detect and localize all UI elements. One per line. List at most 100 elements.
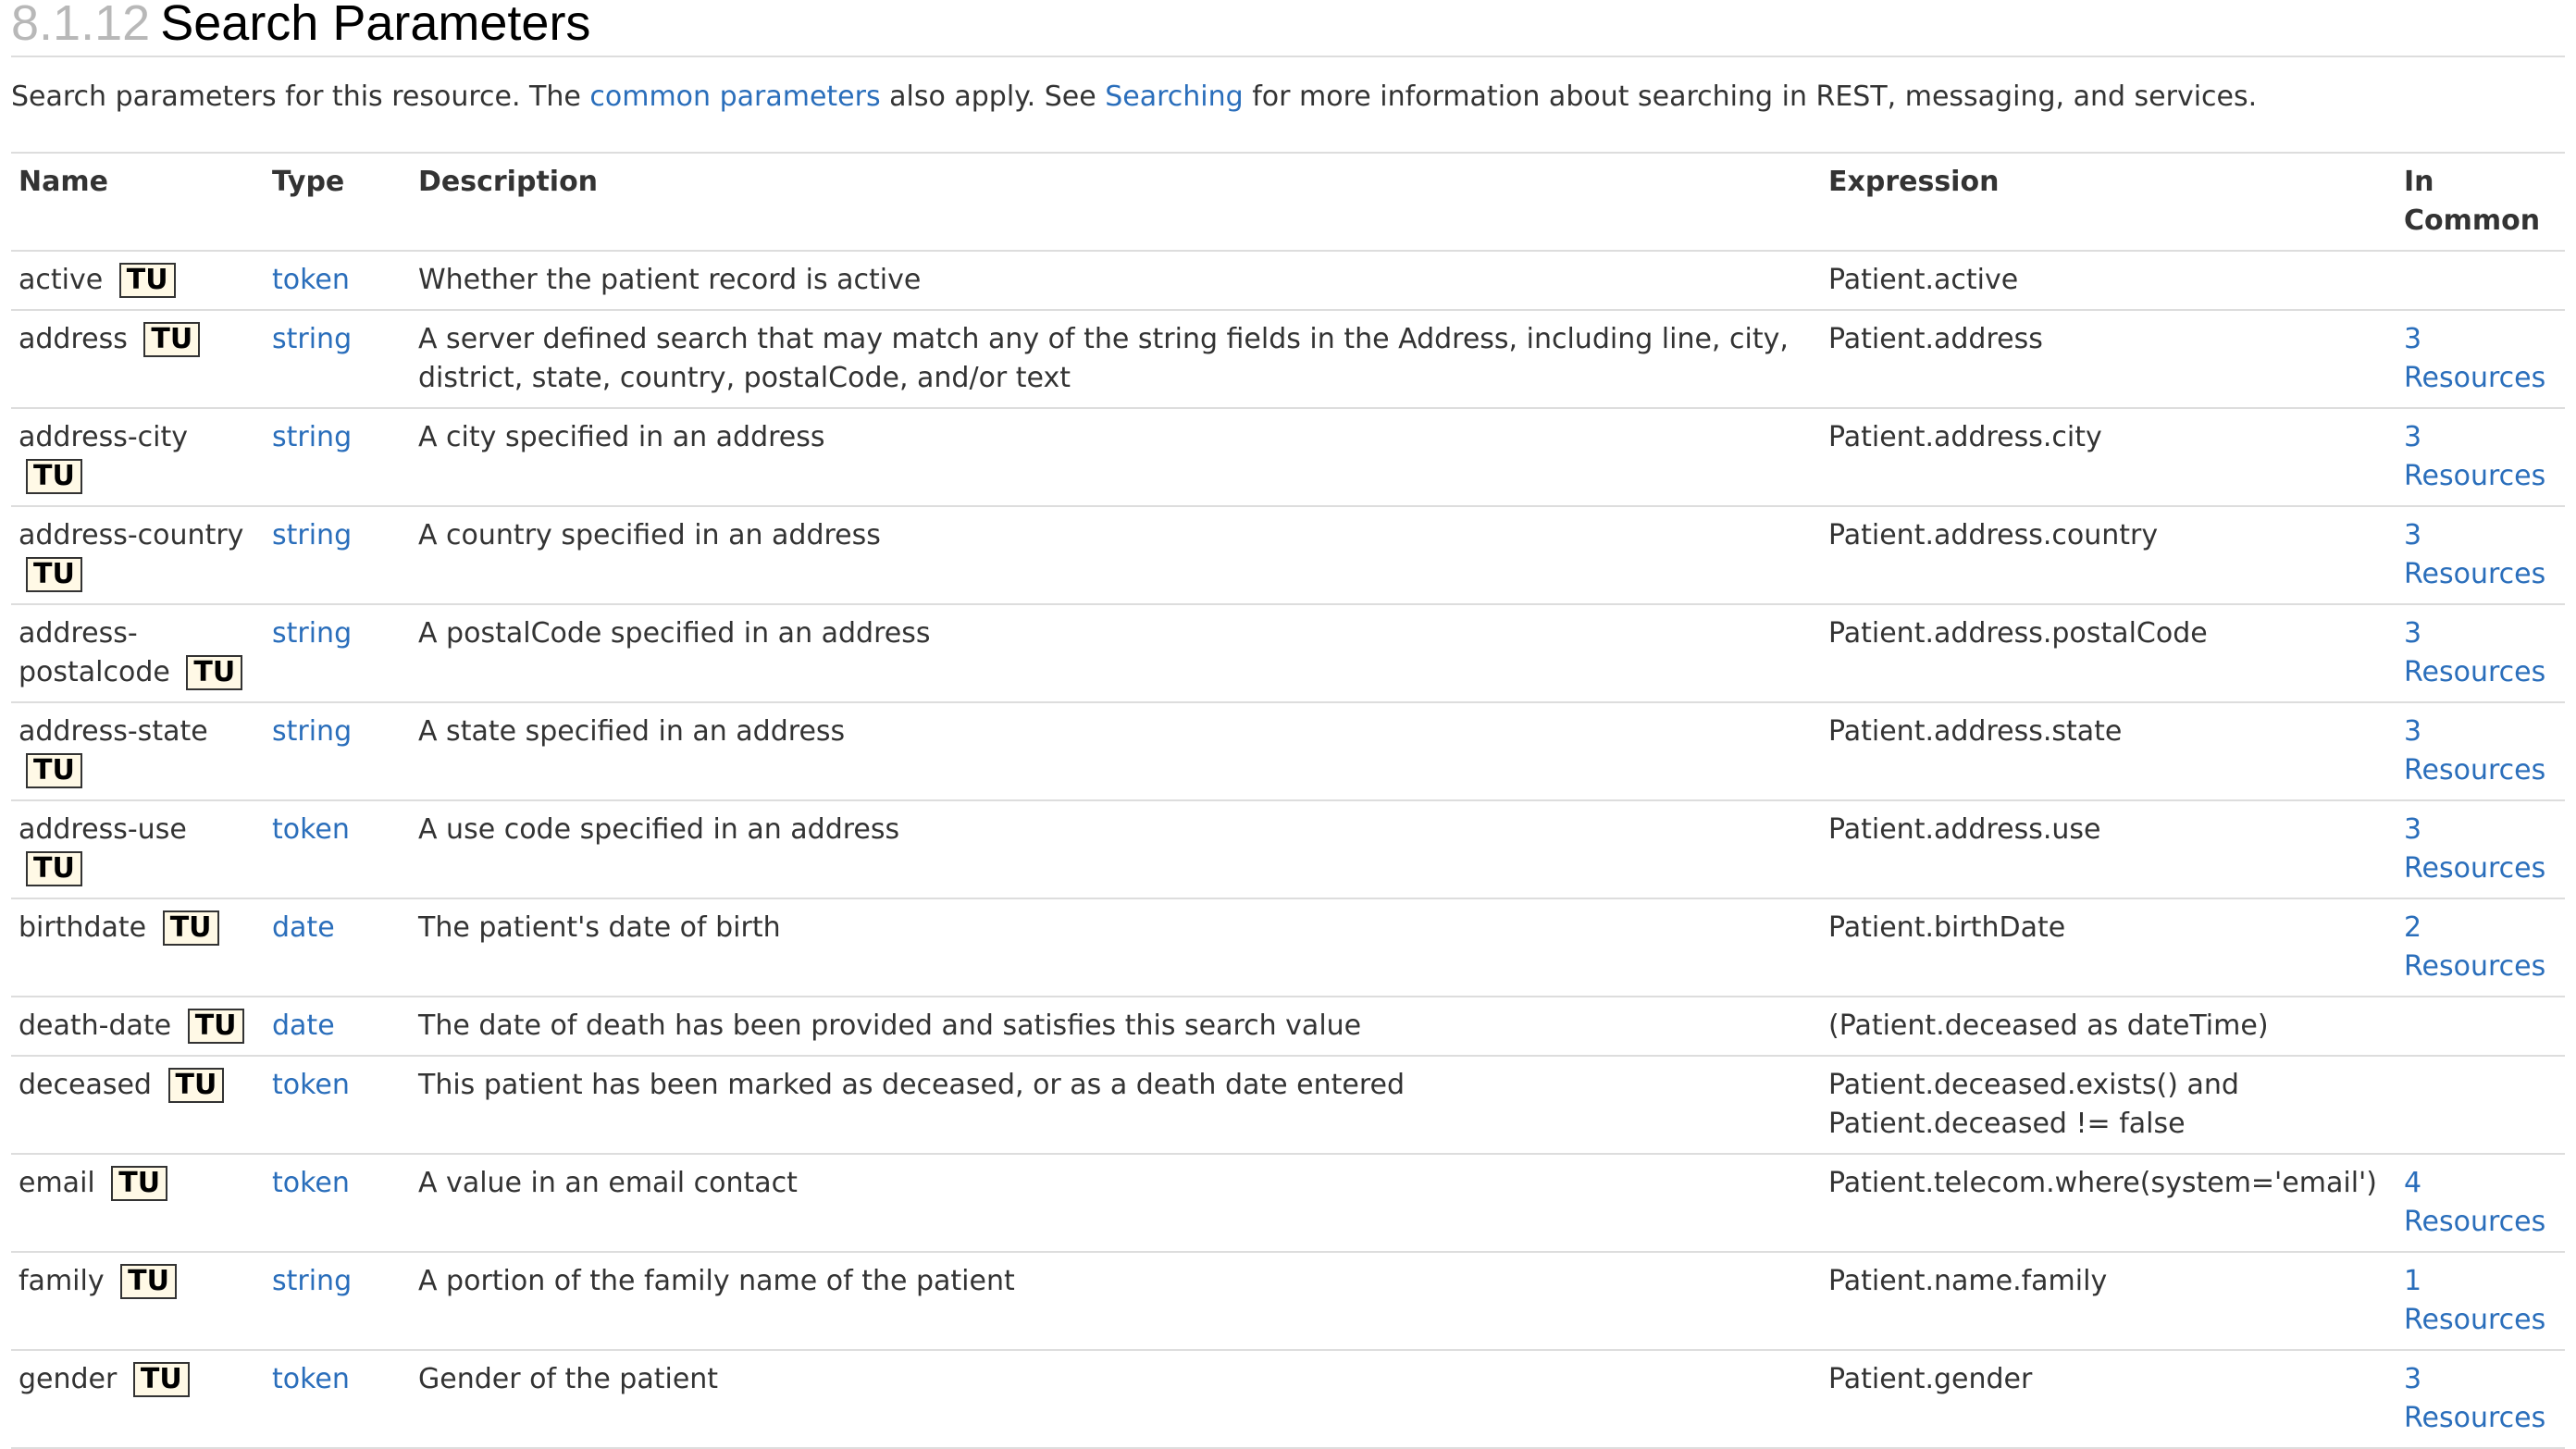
param-type-link[interactable]: date (272, 1009, 335, 1042)
section-heading: 8.1.12 Search Parameters (11, 0, 2565, 57)
tu-badge: TU (118, 263, 176, 298)
param-expression: Patient.address (1821, 310, 2396, 409)
table-header-row: Name Type Description Expression In Comm… (11, 152, 2565, 252)
table-row: address-use TU token A use code specified … (11, 800, 2565, 899)
param-in-common-cell: 3 Resources (2396, 506, 2565, 605)
param-in-common-cell: 3 Resources (2396, 1350, 2565, 1449)
param-in-common-cell: 3 Resources (2396, 408, 2565, 507)
in-common-resources-link[interactable]: 3 Resources (2404, 1363, 2545, 1434)
param-type-link[interactable]: token (272, 264, 350, 296)
search-parameters-table: Name Type Description Expression In Comm… (11, 152, 2565, 1449)
in-common-resources-link[interactable]: 1 Resources (2404, 1265, 2545, 1336)
param-name-cell: address-country TU (11, 506, 265, 605)
param-type-link[interactable]: string (272, 421, 352, 453)
table-row: death-date TU date The date of death has b… (11, 997, 2565, 1057)
param-name: address-state (19, 715, 208, 748)
param-type-cell: string (265, 506, 411, 605)
in-common-resources-link[interactable]: 3 Resources (2404, 813, 2545, 885)
table-row: address-postalcode TU string A postalCode … (11, 604, 2565, 703)
param-expression: (Patient.deceased as dateTime) (1821, 997, 2396, 1057)
param-type-cell: string (265, 310, 411, 409)
search-parameters-section: 8.1.12 Search Parameters Search paramete… (0, 0, 2576, 1449)
table-row: address-country TU string A country specif… (11, 506, 2565, 605)
param-name-cell: address-state TU (11, 702, 265, 801)
param-type-link[interactable]: date (272, 911, 335, 944)
param-type-link[interactable]: string (272, 519, 352, 551)
tu-badge: TU (26, 459, 82, 494)
param-expression: Patient.address.state (1821, 702, 2396, 801)
param-name-cell: email TU (11, 1154, 265, 1253)
param-type-link[interactable]: string (272, 1265, 352, 1297)
param-expression: Patient.active (1821, 251, 2396, 311)
param-type-cell: token (265, 251, 411, 311)
param-type-link[interactable]: string (272, 715, 352, 748)
param-type-cell: string (265, 702, 411, 801)
table-row: family TU string A portion of the family n… (11, 1252, 2565, 1351)
param-name-cell: address-city TU (11, 408, 265, 507)
tu-badge: TU (187, 1009, 244, 1044)
tu-badge: TU (162, 910, 219, 946)
column-header-name: Name (11, 152, 265, 252)
in-common-resources-link[interactable]: 3 Resources (2404, 617, 2545, 688)
param-type-link[interactable]: string (272, 323, 352, 355)
param-name-cell: family TU (11, 1252, 265, 1351)
section-number: 8.1.12 (11, 0, 151, 51)
param-description: A value in an email contact (411, 1154, 1821, 1253)
in-common-resources-link[interactable]: 3 Resources (2404, 421, 2545, 492)
intro-text: Search parameters for this resource. The (11, 80, 590, 113)
param-name: address-postalcode (19, 617, 170, 688)
searching-link[interactable]: Searching (1105, 80, 1243, 113)
param-expression: Patient.deceased.exists() and Patient.de… (1821, 1056, 2396, 1155)
param-in-common-cell (2396, 251, 2565, 311)
param-type-link[interactable]: token (272, 813, 350, 846)
param-expression: Patient.gender (1821, 1350, 2396, 1449)
param-name: family (19, 1265, 105, 1297)
param-description: Whether the patient record is active (411, 251, 1821, 311)
param-name-cell: gender TU (11, 1350, 265, 1449)
param-name-cell: active TU (11, 251, 265, 311)
in-common-resources-link[interactable]: 3 Resources (2404, 323, 2545, 394)
param-type-cell: string (265, 1252, 411, 1351)
param-type-cell: date (265, 898, 411, 997)
table-row: birthdate TU date The patient's date of bi… (11, 898, 2565, 997)
param-name-cell: address-use TU (11, 800, 265, 899)
param-name: deceased (19, 1069, 152, 1101)
table-row: address-state TU string A state specified … (11, 702, 2565, 801)
in-common-resources-link[interactable]: 3 Resources (2404, 715, 2545, 786)
param-expression: Patient.address.postalCode (1821, 604, 2396, 703)
param-name-cell: address-postalcode TU (11, 604, 265, 703)
param-description: This patient has been marked as deceased… (411, 1056, 1821, 1155)
in-common-resources-link[interactable]: 3 Resources (2404, 519, 2545, 590)
tu-badge: TU (120, 1264, 177, 1299)
tu-badge: TU (111, 1166, 168, 1201)
param-name: active (19, 264, 104, 296)
table-row: active TU token Whether the patient record… (11, 251, 2565, 311)
param-name-cell: birthdate TU (11, 898, 265, 997)
table-row: address TU string A server defined search … (11, 310, 2565, 409)
param-type-link[interactable]: token (272, 1363, 350, 1395)
section-title: Search Parameters (160, 0, 591, 51)
param-name: death-date (19, 1009, 172, 1042)
in-common-resources-link[interactable]: 4 Resources (2404, 1167, 2545, 1238)
param-type-link[interactable]: token (272, 1069, 350, 1101)
in-common-resources-link[interactable]: 2 Resources (2404, 911, 2545, 983)
intro-paragraph: Search parameters for this resource. The… (11, 78, 2257, 117)
tu-badge: TU (186, 655, 243, 690)
param-type-link[interactable]: token (272, 1167, 350, 1199)
param-description: The patient's date of birth (411, 898, 1821, 997)
param-description: A city specified in an address (411, 408, 1821, 507)
tu-badge: TU (26, 753, 82, 788)
column-header-expression: Expression (1821, 152, 2396, 252)
column-header-in-common: In Common (2396, 152, 2565, 252)
param-name: address-use (19, 813, 187, 846)
param-type-link[interactable]: string (272, 617, 352, 650)
common-parameters-link[interactable]: common parameters (589, 80, 880, 113)
tu-badge: TU (26, 557, 82, 592)
tu-badge: TU (143, 322, 201, 357)
param-in-common-cell: 3 Resources (2396, 604, 2565, 703)
param-expression: Patient.name.family (1821, 1252, 2396, 1351)
param-type-cell: string (265, 604, 411, 703)
param-description: A state specified in an address (411, 702, 1821, 801)
param-name-cell: deceased TU (11, 1056, 265, 1155)
param-name: address (19, 323, 128, 355)
